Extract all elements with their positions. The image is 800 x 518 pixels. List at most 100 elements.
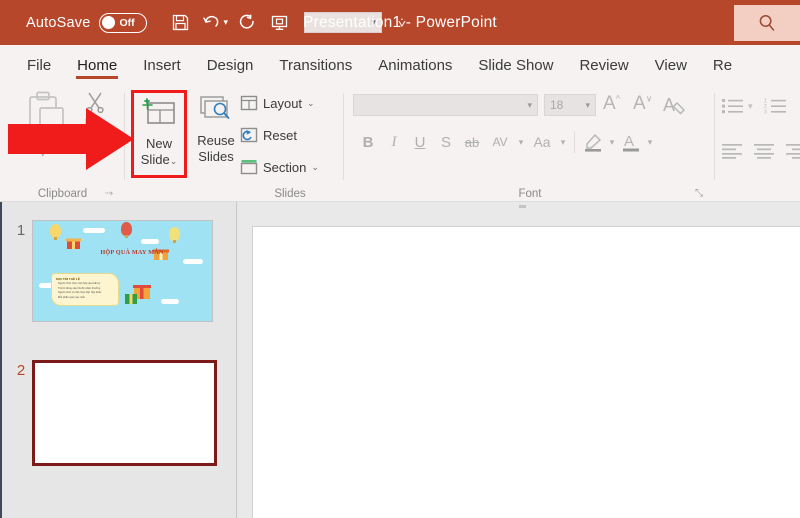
slide-1-banner-line: Trả lời đúng câu hỏi để nhận thưởng bbox=[58, 286, 101, 290]
shrink-font-button[interactable]: A∨ bbox=[633, 93, 652, 115]
reset-button[interactable]: Reset bbox=[240, 127, 297, 143]
change-case-label: Aa bbox=[533, 134, 551, 150]
balloon-shape bbox=[121, 222, 132, 238]
cloud-shape bbox=[83, 228, 105, 233]
list-item[interactable]: 1 HỘP QUÀ MAY MẮN MỌI TÌM THÊ LỆ Người c… bbox=[10, 220, 213, 322]
autosave-label: AutoSave bbox=[26, 14, 91, 31]
gift-box-shape bbox=[66, 235, 81, 255]
character-spacing-button[interactable]: AV bbox=[485, 129, 515, 155]
start-presentation-icon[interactable] bbox=[264, 8, 294, 38]
slide-1-banner: MỌI TÌM THÊ LỆ Người chơi chọn một hộp q… bbox=[51, 273, 119, 306]
thumbnail-frame[interactable]: HỘP QUÀ MAY MẮN MỌI TÌM THÊ LỆ Người chơ… bbox=[32, 220, 213, 322]
chevron-down-icon[interactable]: ▾ bbox=[585, 100, 590, 111]
autosave-toggle[interactable]: Off bbox=[99, 12, 148, 33]
section-caret-icon[interactable]: ⌄ bbox=[311, 162, 319, 173]
new-slide-label: New Slide⌄ bbox=[141, 136, 177, 169]
font-format-buttons: B I U S ab AV ▾ Aa ▾ ▾ A ▾ bbox=[355, 129, 656, 155]
layout-caret-icon[interactable]: ⌄ bbox=[307, 98, 315, 109]
underline-button[interactable]: U bbox=[407, 129, 433, 155]
shrink-font-label: A bbox=[633, 93, 646, 114]
tab-review[interactable]: Review bbox=[566, 45, 641, 85]
search-button[interactable] bbox=[734, 5, 800, 41]
align-left-button[interactable] bbox=[722, 143, 744, 164]
reuse-slides-label-line1: Reuse bbox=[197, 133, 235, 148]
slide-1-preview: HỘP QUÀ MAY MẮN MỌI TÌM THÊ LỆ Người chơ… bbox=[33, 221, 212, 321]
text-highlight-color-button[interactable] bbox=[580, 129, 606, 155]
slide-editing-pane[interactable] bbox=[238, 202, 800, 518]
chevron-down-icon[interactable]: ▾ bbox=[527, 100, 532, 111]
slide-1-banner-line: Người chơi có thể chọn tiếp hộp khác bbox=[58, 291, 102, 295]
slide-1-title: HỘP QUÀ MAY MẮN bbox=[100, 249, 164, 256]
slide-2-preview bbox=[35, 363, 214, 463]
clipboard-dialog-launcher-icon[interactable]: ⤑ bbox=[105, 188, 113, 199]
new-slide-caret-icon[interactable]: ⌄ bbox=[170, 156, 178, 166]
thumbnail-number: 2 bbox=[16, 362, 26, 379]
balloon-shape bbox=[169, 227, 180, 243]
window-left-edge bbox=[0, 202, 2, 518]
list-item[interactable]: 2 bbox=[10, 360, 217, 466]
change-case-caret-icon[interactable]: ▾ bbox=[557, 129, 569, 155]
slide-thumbnail-pane[interactable]: 1 HỘP QUÀ MAY MẮN MỌI TÌM THÊ LỆ Người c… bbox=[0, 202, 237, 518]
bullets-caret-icon[interactable]: ▾ bbox=[748, 101, 753, 112]
tab-slide-show-label: Slide Show bbox=[478, 56, 554, 74]
highlighter-icon bbox=[585, 133, 602, 152]
tab-insert[interactable]: Insert bbox=[130, 45, 194, 85]
divider bbox=[574, 131, 575, 153]
undo-dropdown-caret-icon[interactable]: ▾ bbox=[223, 17, 228, 28]
splitter-handle[interactable] bbox=[519, 205, 526, 208]
font-color-caret-icon[interactable]: ▾ bbox=[644, 129, 656, 155]
numbering-button[interactable]: 1 2 3 bbox=[764, 97, 788, 120]
reuse-slides-button[interactable]: Reuse Slides bbox=[192, 93, 240, 177]
new-slide-button[interactable]: New Slide⌄ bbox=[131, 90, 187, 178]
cloud-shape bbox=[141, 239, 159, 244]
tab-animations[interactable]: Animations bbox=[365, 45, 465, 85]
save-icon[interactable] bbox=[165, 8, 195, 38]
tab-transitions[interactable]: Transitions bbox=[266, 45, 365, 85]
autosave-state-label: Off bbox=[119, 16, 135, 29]
ribbon-display-options-icon[interactable]: ⩒ bbox=[398, 15, 406, 31]
ribbon-group-paragraph: ▾ 1 2 3 bbox=[716, 85, 800, 202]
clear-formatting-button[interactable]: A bbox=[663, 93, 689, 122]
search-icon bbox=[759, 15, 775, 31]
change-case-button[interactable]: Aa bbox=[527, 129, 557, 155]
tab-home[interactable]: Home bbox=[64, 45, 130, 85]
align-right-button[interactable] bbox=[786, 143, 800, 164]
title-bar: AutoSave Off ▾ ▾ ⩒ Presentation1 - Power… bbox=[0, 0, 800, 45]
italic-button[interactable]: I bbox=[381, 129, 407, 155]
character-spacing-caret-icon[interactable]: ▾ bbox=[515, 129, 527, 155]
font-size-input[interactable]: 18 ▾ bbox=[544, 94, 596, 116]
tab-slide-show[interactable]: Slide Show bbox=[465, 45, 566, 85]
reuse-slides-icon bbox=[198, 93, 234, 128]
tab-design[interactable]: Design bbox=[194, 45, 267, 85]
tab-view[interactable]: View bbox=[642, 45, 700, 85]
grow-font-button[interactable]: A^ bbox=[603, 93, 620, 115]
redo-icon[interactable] bbox=[232, 8, 262, 38]
slide-1-banner-line: Mỗi phần quà may mắn bbox=[58, 295, 86, 299]
text-highlight-caret-icon[interactable]: ▾ bbox=[606, 129, 618, 155]
strikethrough-button[interactable]: ab bbox=[459, 129, 485, 155]
thumbnail-frame-selected[interactable] bbox=[32, 360, 217, 466]
align-center-button[interactable] bbox=[754, 143, 776, 164]
reset-icon bbox=[240, 127, 258, 143]
slide-canvas[interactable] bbox=[252, 226, 800, 518]
qat-customize-dropdown[interactable]: ▾ bbox=[304, 12, 383, 33]
font-dialog-launcher-icon[interactable]: ⤡ bbox=[695, 188, 703, 199]
slide-1-banner-line: Người chơi chọn một hộp quà bất kỳ bbox=[58, 282, 101, 285]
align-center-icon bbox=[754, 144, 774, 159]
font-name-input[interactable]: ▾ bbox=[353, 94, 538, 116]
bold-button[interactable]: B bbox=[355, 129, 381, 155]
tab-file[interactable]: File bbox=[14, 45, 64, 85]
ribbon-tab-strip: File Home Insert Design Transitions Anim… bbox=[0, 45, 800, 85]
font-color-button[interactable]: A bbox=[618, 129, 644, 155]
font-color-icon: A bbox=[623, 133, 639, 152]
section-button[interactable]: Section ⌄ bbox=[240, 159, 319, 175]
text-shadow-button[interactable]: S bbox=[433, 129, 459, 155]
bullets-button[interactable] bbox=[722, 97, 744, 120]
tab-record[interactable]: Re bbox=[700, 45, 745, 85]
tab-home-label: Home bbox=[77, 56, 118, 74]
chevron-down-icon: ▾ bbox=[371, 17, 377, 27]
ribbon-group-font-label: Font bbox=[518, 188, 542, 200]
layout-button[interactable]: Layout ⌄ bbox=[240, 95, 315, 111]
cloud-shape bbox=[161, 299, 179, 304]
tab-file-label: File bbox=[27, 56, 52, 74]
